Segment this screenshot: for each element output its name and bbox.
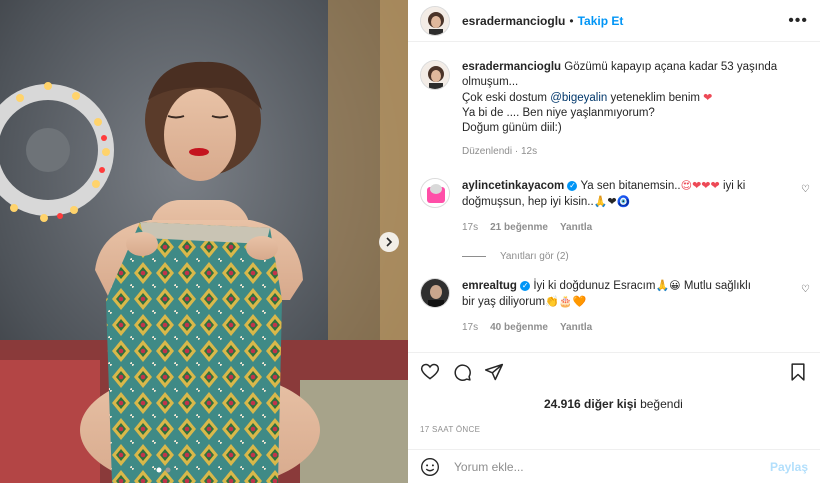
- comment-avatar[interactable]: [420, 178, 450, 208]
- verified-badge-icon: ✓: [520, 280, 531, 291]
- comment-text-pre: İyi ki doğdunuz Esracım: [530, 280, 656, 292]
- caption-line-2-post: yeteneklim benim: [607, 92, 704, 104]
- avatar-image: [421, 6, 449, 35]
- likes-summary: 24.916 diğer kişi beğendi: [408, 397, 820, 411]
- caption-username[interactable]: esradermancioglu: [462, 61, 561, 73]
- comment-likes[interactable]: 21 beğenme: [490, 220, 548, 235]
- caption-line-2-pre: Çok eski dostum: [462, 92, 551, 104]
- view-replies-label: Yanıtları gör (2): [500, 251, 569, 262]
- caption: esradermancioglu Gözümü kapayıp açana ka…: [408, 42, 820, 159]
- post-comment-button[interactable]: Paylaş: [770, 460, 808, 474]
- view-replies-button[interactable]: Yanıtları gör (2): [408, 251, 820, 262]
- comment-input[interactable]: [454, 460, 754, 474]
- post-actions: 24.916 diğer kişi beğendi 17 SAAT ÖNCE P…: [408, 352, 820, 483]
- caption-avatar-image: [421, 61, 449, 89]
- verified-badge-icon: ✓: [567, 180, 578, 191]
- comment-meta: 17s 21 beğenme Yanıtla: [462, 220, 762, 235]
- edited-label: Düzenlendi: [462, 146, 513, 157]
- comment-username[interactable]: emrealtug: [462, 280, 517, 292]
- caption-text: esradermancioglu Gözümü kapayıp açana ka…: [462, 60, 782, 159]
- likes-count[interactable]: 24.916: [544, 397, 581, 411]
- caption-avatar[interactable]: [420, 60, 450, 90]
- instagram-post-modal: esradermancioglu • Takip Et ••• esraderm…: [0, 0, 820, 483]
- comment-emojis-end: 👏🎂🧡: [545, 295, 587, 308]
- comment-time: 17s: [462, 322, 479, 333]
- action-icons: [408, 353, 820, 391]
- comment-time: 17s: [462, 222, 479, 233]
- comment-text: emrealtug ✓ İyi ki doğdunuz Esracım🙏😀 Mu…: [462, 278, 762, 335]
- reply-button[interactable]: Yanıtla: [560, 320, 592, 335]
- post-photo[interactable]: [0, 0, 408, 483]
- paper-plane-icon[interactable]: [484, 362, 504, 382]
- caption-line-3: Ya bi de .... Ben niye yaşlanmıyorum?: [462, 107, 655, 119]
- post-timestamp[interactable]: 17 SAAT ÖNCE: [408, 425, 820, 434]
- post-header: esradermancioglu • Takip Et •••: [408, 0, 820, 42]
- comment: aylincetinkayacom ✓ Ya sen bitanemsin..😍…: [408, 178, 820, 235]
- comment-emojis: 😍❤❤❤: [680, 179, 720, 192]
- comment-avatar[interactable]: [420, 278, 450, 308]
- comment-likes[interactable]: 40 beğenme: [490, 320, 548, 335]
- chevron-right-icon: [386, 237, 393, 247]
- likes-others[interactable]: diğer kişi: [581, 397, 637, 411]
- heart-emoji: ❤: [703, 91, 713, 104]
- comment-icon[interactable]: [452, 362, 472, 382]
- caption-meta: Düzenlendi · 12s: [462, 144, 782, 159]
- edited-separator: ·: [514, 146, 519, 157]
- post-details-panel: esradermancioglu • Takip Et ••• esraderm…: [408, 0, 820, 483]
- comment-username[interactable]: aylincetinkayacom: [462, 180, 564, 192]
- replies-divider: [462, 256, 486, 257]
- comment-meta: 17s 40 beğenme Yanıtla: [462, 320, 762, 335]
- comment-emojis-end: 🙏❤🧿: [593, 195, 631, 208]
- more-options-button[interactable]: •••: [788, 12, 808, 30]
- comment-like-heart-icon[interactable]: ♡: [801, 284, 810, 295]
- header-separator: •: [569, 13, 574, 28]
- caption-line-4: Doğum günüm diil:): [462, 122, 562, 134]
- reply-button[interactable]: Yanıtla: [560, 220, 592, 235]
- next-photo-button[interactable]: [379, 232, 399, 252]
- photo-illustration: [0, 0, 408, 483]
- comment-emojis: 🙏😀: [655, 279, 681, 292]
- bookmark-icon[interactable]: [788, 362, 808, 382]
- comment-avatar-image: [421, 279, 449, 307]
- caption-time: 12s: [520, 146, 538, 157]
- comment-text: aylincetinkayacom ✓ Ya sen bitanemsin..😍…: [462, 178, 762, 235]
- smiley-icon[interactable]: [420, 457, 440, 477]
- comment: emrealtug ✓ İyi ki doğdunuz Esracım🙏😀 Mu…: [408, 278, 820, 335]
- add-comment-bar: Paylaş: [408, 449, 820, 483]
- comment-like-heart-icon[interactable]: ♡: [801, 184, 810, 195]
- likes-suffix: beğendi: [636, 397, 683, 411]
- header-username[interactable]: esradermancioglu: [462, 14, 565, 28]
- heart-icon[interactable]: [420, 362, 440, 382]
- comment-avatar-image: [421, 179, 449, 207]
- follow-button[interactable]: Takip Et: [578, 14, 624, 28]
- avatar[interactable]: [420, 5, 450, 36]
- mention-link[interactable]: @bigeyalin: [550, 92, 607, 104]
- comment-text-pre: Ya sen bitanemsin..: [577, 180, 681, 192]
